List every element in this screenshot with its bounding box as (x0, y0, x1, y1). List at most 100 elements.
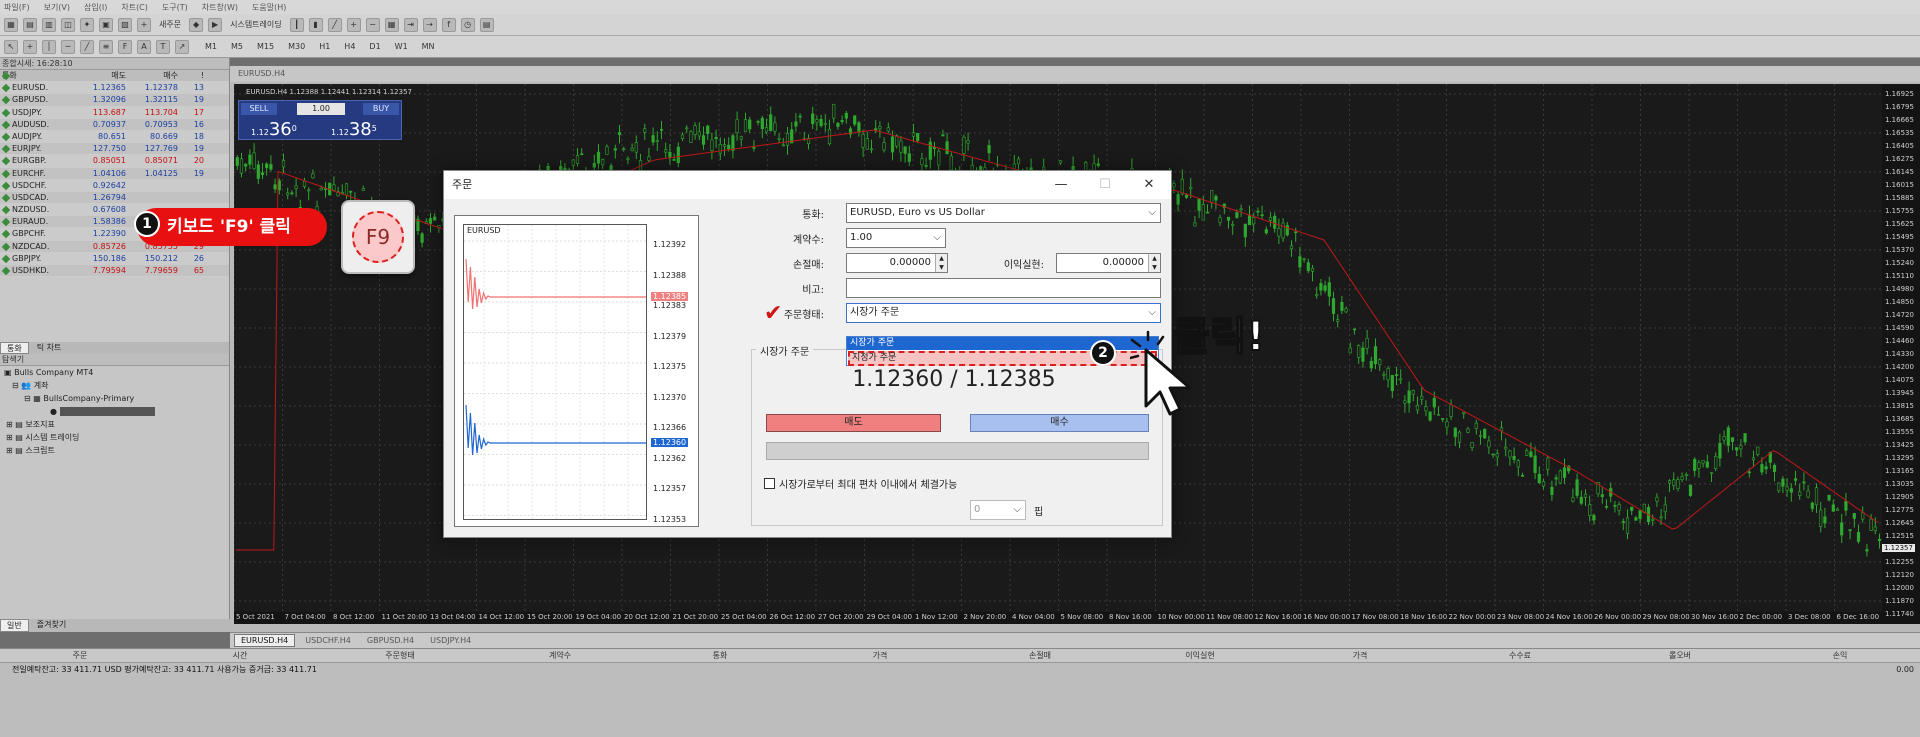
data-window-icon[interactable]: ◫ (61, 17, 75, 32)
nav-account-number[interactable]: ● (0, 405, 229, 418)
vertical-line-icon[interactable]: │ (42, 39, 56, 54)
comment-input[interactable] (846, 278, 1161, 298)
label-icon[interactable]: T (156, 39, 170, 54)
price-tick: 1.15110 (1885, 272, 1914, 280)
chart-tab-usdjpy[interactable]: USDJPY.H4 (424, 635, 477, 646)
new-order-button[interactable]: 새주문 (156, 19, 184, 30)
tick-chart-symbol: EURUSD (467, 226, 501, 235)
trendline-icon[interactable]: ╱ (80, 39, 94, 54)
nav-root[interactable]: ▣ Bulls Company MT4 (0, 366, 229, 379)
menu-item[interactable]: 보기(V) (44, 2, 70, 13)
market-watch-row[interactable]: EURUSD. 1.12365 1.12378 13 (0, 82, 229, 95)
zoom-out-icon[interactable]: − (365, 17, 380, 32)
zoom-in-icon[interactable]: + (346, 17, 361, 32)
timeframe-mn[interactable]: MN (419, 42, 438, 51)
candle-chart-icon[interactable]: ▮ (308, 17, 323, 32)
chart-tab-usdchf[interactable]: USDCHF.H4 (299, 635, 357, 646)
tab-symbols[interactable]: 통화 (0, 342, 29, 354)
cursor-icon[interactable]: ↖ (4, 39, 18, 54)
order-type-select[interactable]: 시장가 주문 (846, 303, 1161, 323)
auto-trading-button[interactable]: 시스템트레이딩 (227, 19, 285, 30)
nav-server[interactable]: ⊟ ▦ BullsCompany-Primary (0, 392, 229, 405)
market-watch-row[interactable]: USDJPY. 113.687 113.704 17 (0, 106, 229, 119)
tick-price: 1.12362 (653, 453, 687, 463)
market-watch-row[interactable]: GBPJPY. 150.186 150.212 26 (0, 252, 229, 265)
cell-bid: 1.12365 (92, 83, 126, 93)
nav-scripts[interactable]: ⊞ ▤ 스크립트 (0, 444, 229, 457)
menu-item[interactable]: 도움말(H) (252, 2, 286, 13)
sell-big: 36 (268, 119, 292, 140)
market-watch-row[interactable]: USDHKD. 7.79594 7.79659 65 (0, 265, 229, 278)
market-watch-row[interactable]: AUDJPY. 80.651 80.669 18 (0, 130, 229, 144)
bar-chart-icon[interactable]: ┃ (289, 17, 304, 32)
one-click-sell-price[interactable]: 1.12360 (251, 119, 297, 140)
horizontal-line-icon[interactable]: ─ (61, 39, 75, 54)
sell-button[interactable]: 매도 (766, 414, 941, 432)
menu-item[interactable]: 삽입(I) (84, 2, 107, 13)
chart-tab-gbpusd[interactable]: GBPUSD.H4 (361, 635, 420, 646)
periods-icon[interactable]: ◷ (460, 17, 475, 32)
one-click-volume[interactable]: 1.00 (297, 103, 345, 115)
profiles-icon[interactable]: ▤ (23, 17, 37, 32)
autoscroll-icon[interactable]: ⇢ (422, 17, 437, 32)
tab-favorites[interactable]: 즐겨찾기 (31, 619, 72, 632)
tp-spinner[interactable]: ▲ ▼ (1148, 254, 1160, 272)
market-watch-row[interactable]: USDCAD. 1.26794 (0, 191, 229, 205)
text-icon[interactable]: A (137, 39, 151, 54)
market-watch-row[interactable]: GBPUSD. 1.32096 1.32115 19 (0, 94, 229, 107)
metaeditor-icon[interactable]: ◆ (189, 17, 204, 32)
chart-tab-eurusd[interactable]: EURUSD.H4 (234, 634, 296, 647)
buy-button[interactable]: 매수 (970, 414, 1149, 432)
tab-common[interactable]: 일반 (0, 619, 29, 632)
new-chart-icon[interactable]: ▦ (4, 17, 18, 32)
terminal-icon[interactable]: ▣ (99, 17, 113, 32)
nav-accounts[interactable]: ⊟ 👥 계좌 (0, 379, 229, 392)
minimize-icon[interactable]: — (1039, 171, 1083, 199)
symbol-select[interactable]: EURUSD, Euro vs US Dollar (846, 203, 1161, 223)
timeframe-h1[interactable]: H1 (316, 42, 333, 51)
one-click-sell[interactable]: SELL (241, 103, 277, 115)
market-watch-row[interactable]: EURCHF. 1.04106 1.04125 19 (0, 167, 229, 180)
menu-item[interactable]: 파일(F) (4, 2, 30, 13)
deviation-checkbox[interactable] (764, 478, 775, 489)
nav-indicators[interactable]: ⊞ ▤ 보조지표 (0, 418, 229, 431)
line-chart-icon[interactable]: ╱ (327, 17, 342, 32)
chart-shift-icon[interactable]: ⇥ (403, 17, 418, 32)
navigator-icon[interactable]: ✦ (80, 17, 94, 32)
timeframe-m5[interactable]: M5 (228, 42, 246, 51)
market-watch-row[interactable]: EURJPY. 127.750 127.769 19 (0, 143, 229, 156)
sl-spinner[interactable]: ▲ ▼ (935, 254, 947, 272)
menu-item[interactable]: 차트창(W) (202, 2, 238, 13)
tp-input[interactable]: 0.00000 ▲ ▼ (1056, 253, 1161, 273)
timeframe-d1[interactable]: D1 (366, 42, 383, 51)
crosshair-icon[interactable]: + (23, 39, 37, 54)
menu-item[interactable]: 도구(T) (162, 2, 188, 13)
timeframe-h4[interactable]: H4 (341, 42, 358, 51)
tile-windows-icon[interactable]: ▦ (384, 17, 399, 32)
fibonacci-icon[interactable]: F (118, 39, 132, 54)
volume-select[interactable]: 1.00 (846, 228, 946, 248)
tester-icon[interactable]: ▧ (118, 17, 132, 32)
menu-item[interactable]: 차트(C) (121, 2, 148, 13)
one-click-buy[interactable]: BUY (363, 103, 399, 115)
one-click-buy-price[interactable]: 1.12385 (331, 119, 377, 140)
market-watch-row[interactable]: EURGBP. 0.85051 0.85071 20 (0, 155, 229, 168)
timeframe-m15[interactable]: M15 (254, 42, 277, 51)
arrows-icon[interactable]: ↗ (175, 39, 189, 54)
sl-input[interactable]: 0.00000 ▲ ▼ (846, 253, 948, 273)
timeframe-m1[interactable]: M1 (202, 42, 220, 51)
new-order-icon[interactable]: + (137, 17, 151, 32)
nav-experts[interactable]: ⊞ ▤ 시스템 트레이딩 (0, 431, 229, 444)
timeframe-m30[interactable]: M30 (285, 42, 308, 51)
auto-trading-icon[interactable]: ▶ (208, 17, 223, 32)
close-icon[interactable]: ✕ (1127, 171, 1171, 199)
price-tick: 1.13555 (1885, 428, 1914, 436)
indicators-icon[interactable]: f (441, 17, 456, 32)
market-watch-row[interactable]: USDCHF. 0.92642 (0, 179, 229, 192)
market-watch-row[interactable]: AUDUSD. 0.70937 0.70953 16 (0, 118, 229, 131)
market-watch-icon[interactable]: ▥ (42, 17, 56, 32)
channel-icon[interactable]: ≡ (99, 39, 113, 54)
timeframe-w1[interactable]: W1 (392, 42, 411, 51)
templates-icon[interactable]: ▤ (479, 17, 494, 32)
tab-tick-chart[interactable]: 틱 차트 (31, 342, 68, 354)
